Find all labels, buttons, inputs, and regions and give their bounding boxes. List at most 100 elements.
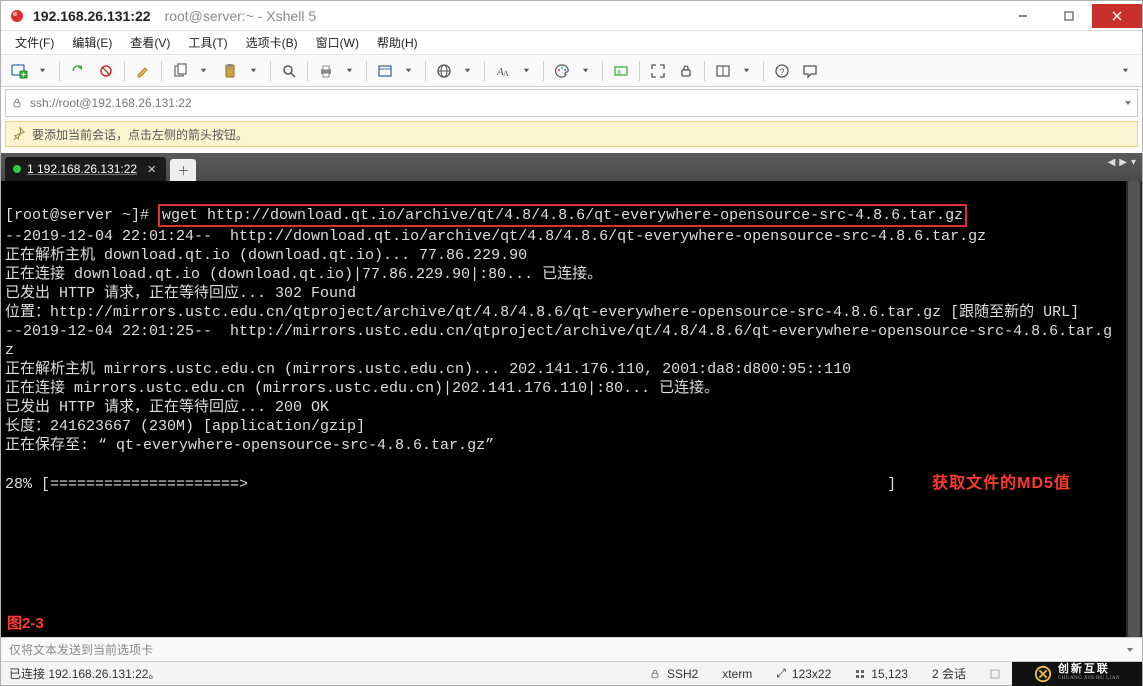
menu-bar: 文件(F) 编辑(E) 查看(V) 工具(T) 选项卡(B) 窗口(W) 帮助(… [1,31,1142,55]
status-pos: 15,123 [855,667,908,681]
layout-button[interactable] [711,59,735,83]
lock-icon [649,668,661,680]
properties-button[interactable] [373,59,397,83]
toolbar: AA ? [1,55,1142,87]
minimize-button[interactable] [1000,4,1046,28]
tab-label: 1 192.168.26.131:22 [27,162,137,176]
maximize-button[interactable] [1046,4,1092,28]
terminal-scrollbar[interactable] [1126,181,1142,637]
brand-watermark: 创新互联 CHUANG XIN HU LIAN [1012,662,1142,686]
tab-close-icon[interactable]: ✕ [147,163,156,176]
copy-button[interactable] [168,59,192,83]
help-button[interactable]: ? [770,59,794,83]
new-session-dropdown[interactable] [31,59,53,83]
figure-label: 图2-3 [7,614,44,633]
progress-left: 28% [=====================> ] [5,476,905,493]
status-size: ⤢123x22 [776,666,831,681]
title-subtitle: root@server:~ - Xshell 5 [165,8,317,24]
term-line: 已发出 HTTP 请求，正在等待回应... 302 Found [5,285,356,302]
send-text-bar[interactable]: 仅将文本发送到当前选项卡 [1,637,1142,661]
term-line: 正在解析主机 download.qt.io (download.qt.io)..… [5,247,527,264]
term-line: 正在保存至: “ qt-everywhere-opensource-src-4.… [5,437,494,454]
font-button[interactable]: AA [491,59,515,83]
tab-strip: 1 192.168.26.131:22 ✕ ＋ ◀ ▶ ▾ [1,153,1142,181]
lock-button[interactable] [674,59,698,83]
terminal[interactable]: [root@server ~]# wget http://download.qt… [1,181,1142,637]
properties-dropdown[interactable] [397,59,419,83]
status-term: xterm [722,667,752,681]
tab-prev-icon[interactable]: ◀ [1108,157,1116,168]
add-tab-button[interactable]: ＋ [170,159,196,181]
send-text-dropdown[interactable] [1126,643,1134,657]
compose-button[interactable] [131,59,155,83]
color-scheme-button[interactable] [550,59,574,83]
tab-list-icon[interactable]: ▾ [1131,157,1136,168]
app-icon [9,8,25,24]
term-line: 位置：http://mirrors.ustc.edu.cn/qtproject/… [5,304,1079,321]
menu-window[interactable]: 窗口(W) [308,31,367,54]
brand-logo-icon [1034,665,1052,683]
language-button[interactable] [432,59,456,83]
layout-dropdown[interactable] [735,59,757,83]
menu-view[interactable]: 查看(V) [122,31,178,54]
tab-next-icon[interactable]: ▶ [1119,157,1127,168]
term-prompt: [root@server ~]# [5,207,158,224]
info-bar: 要添加当前会话，点击左侧的箭头按钮。 [5,121,1138,147]
resize-icon: ⤢ [776,666,786,681]
grid-icon [855,669,865,679]
find-button[interactable] [277,59,301,83]
menu-help[interactable]: 帮助(H) [369,31,426,54]
feedback-button[interactable] [798,59,822,83]
color-scheme-dropdown[interactable] [574,59,596,83]
status-sessions: 2 会话 [932,665,966,682]
paste-button[interactable] [218,59,242,83]
copy-dropdown[interactable] [192,59,214,83]
title-address: 192.168.26.131:22 [33,8,151,24]
term-line: 正在解析主机 mirrors.ustc.edu.cn (mirrors.ustc… [5,361,851,378]
connection-status-dot [13,165,21,173]
xftp-button[interactable] [609,59,633,83]
svg-text:?: ? [780,67,785,77]
toolbar-overflow-dropdown[interactable] [1114,59,1136,83]
paste-dropdown[interactable] [242,59,264,83]
menu-edit[interactable]: 编辑(E) [64,31,120,54]
term-line: z [5,342,14,359]
brand-text-en: CHUANG XIN HU LIAN [1058,674,1120,684]
pin-icon[interactable] [12,126,26,143]
status-caps [990,669,1000,679]
disconnect-button[interactable] [94,59,118,83]
print-button[interactable] [314,59,338,83]
address-bar [5,89,1138,117]
font-dropdown[interactable] [515,59,537,83]
session-tab[interactable]: 1 192.168.26.131:22 ✕ [5,157,166,181]
menu-tools[interactable]: 工具(T) [180,31,235,54]
annotation-text: 获取文件的MD5值 [932,475,1071,492]
status-bar: 已连接 192.168.26.131:22。 SSH2 xterm ⤢123x2… [1,661,1142,685]
menu-file[interactable]: 文件(F) [7,31,62,54]
status-connection: 已连接 192.168.26.131:22。 [9,665,160,682]
term-line: 正在连接 download.qt.io (download.qt.io)|77.… [5,266,602,283]
close-button[interactable] [1092,4,1142,28]
reconnect-button[interactable] [66,59,90,83]
term-line: --2019-12-04 22:01:24-- http://download.… [5,228,986,245]
address-dropdown[interactable] [1119,99,1137,107]
info-text: 要添加当前会话，点击左侧的箭头按钮。 [32,126,248,143]
new-session-button[interactable] [7,59,31,83]
fullscreen-button[interactable] [646,59,670,83]
term-line: 长度：241623667 (230M) [application/gzip] [5,418,365,435]
print-dropdown[interactable] [338,59,360,83]
brand-text-cn: 创新互联 [1058,664,1120,674]
protocol-icon [6,97,28,109]
menu-tabs[interactable]: 选项卡(B) [238,31,306,54]
caps-icon [990,669,1000,679]
send-text-placeholder: 仅将文本发送到当前选项卡 [9,641,153,658]
highlighted-command: wget http://download.qt.io/archive/qt/4.… [158,204,967,227]
title-bar: 192.168.26.131:22 root@server:~ - Xshell… [1,1,1142,31]
term-line: 正在连接 mirrors.ustc.edu.cn (mirrors.ustc.e… [5,380,719,397]
status-ssh: SSH2 [649,667,698,681]
term-line: 已发出 HTTP 请求，正在等待回应... 200 OK [5,399,329,416]
language-dropdown[interactable] [456,59,478,83]
address-input[interactable] [28,95,1119,111]
term-line: --2019-12-04 22:01:25-- http://mirrors.u… [5,323,1112,340]
svg-text:A: A [503,69,509,78]
